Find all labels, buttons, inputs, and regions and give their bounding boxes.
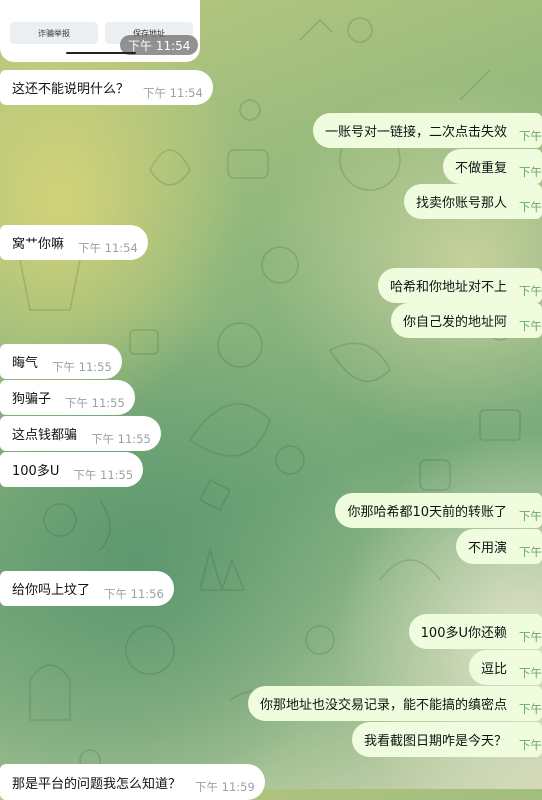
message-text: 逗比: [480, 662, 507, 677]
message-time: 下午: [519, 164, 542, 179]
message-outgoing[interactable]: 一账号对一链接，二次点击失效 下午: [312, 113, 542, 148]
message-incoming[interactable]: 100多U 下午 11:55: [0, 452, 144, 487]
message-time: 下午: [519, 737, 542, 752]
message-text: 我看截图日期咋是今天？: [363, 734, 507, 749]
message-text: 窝艹你嘛: [12, 237, 65, 252]
message-time: 下午: [519, 199, 542, 214]
message-incoming[interactable]: 这还不能说明什么？ 下午 11:54: [0, 70, 213, 105]
message-time: 下午: [519, 544, 542, 559]
message-text: 100多U: [12, 464, 60, 479]
report-card: 诈骗举报 保存地址 下午 11:54: [0, 0, 200, 62]
message-time: 下午 11:55: [73, 467, 134, 482]
message-text: 不用演: [467, 541, 507, 556]
message-incoming[interactable]: 这点钱都骗 下午 11:55: [0, 416, 161, 451]
message-time: 下午 11:56: [104, 586, 164, 601]
message-time: 下午: [519, 283, 542, 298]
message-incoming[interactable]: 晦气 下午 11:55: [0, 344, 122, 379]
message-time: 下午: [519, 318, 542, 333]
message-time: 下午 11:55: [52, 359, 112, 374]
message-outgoing[interactable]: 100多U你还赖 下午: [408, 614, 542, 649]
message-text: 狗骗子: [12, 392, 52, 407]
message-text: 一账号对一链接，二次点击失效: [324, 125, 507, 140]
message-time: 下午 11:55: [65, 395, 125, 410]
message-time: 下午: [519, 128, 542, 143]
message-text: 100多U你还赖: [420, 626, 507, 641]
message-text: 找卖你账号那人: [415, 196, 507, 211]
message-text: 不做重复: [454, 161, 507, 176]
message-text: 哈希和你地址对不上: [389, 280, 507, 295]
underline-divider: [66, 52, 136, 54]
message-text: 你那哈希都10天前的转账了: [347, 505, 507, 520]
message-time: 下午: [519, 701, 542, 716]
message-time: 下午 11:54: [143, 85, 203, 100]
message-outgoing[interactable]: 我看截图日期咋是今天？ 下午: [351, 722, 542, 757]
message-outgoing[interactable]: 找卖你账号那人 下午: [403, 184, 542, 219]
message-time: 下午: [519, 508, 542, 523]
message-time: 下午: [519, 665, 542, 680]
message-outgoing[interactable]: 不做重复 下午: [442, 149, 542, 184]
message-incoming[interactable]: 那是平台的问题我怎么知道？ 下午 11:59: [0, 764, 265, 800]
chat-area[interactable]: 诈骗举报 保存地址 下午 11:54 这还不能说明什么？ 下午 11:54 一账…: [0, 0, 542, 800]
message-time: 下午 11:59: [195, 780, 255, 794]
message-outgoing[interactable]: 哈希和你地址对不上 下午: [377, 268, 542, 303]
message-incoming[interactable]: 窝艹你嘛 下午 11:54: [0, 225, 148, 260]
message-outgoing[interactable]: 你那地址也没交易记录，能不能搞的缜密点 下午: [247, 686, 542, 721]
message-time: 下午 11:54: [78, 240, 138, 255]
message-outgoing[interactable]: 你自己发的地址阿 下午: [390, 303, 542, 338]
message-incoming[interactable]: 狗骗子 下午 11:55: [0, 380, 135, 415]
message-text: 你自己发的地址阿: [402, 315, 507, 330]
message-incoming[interactable]: 给你吗上坟了 下午 11:56: [0, 571, 174, 606]
message-text: 给你吗上坟了: [12, 583, 91, 598]
message-outgoing[interactable]: 不用演 下午: [455, 529, 542, 564]
message-outgoing[interactable]: 逗比 下午: [468, 650, 542, 685]
message-time: 下午 11:55: [91, 431, 151, 446]
message-text: 这还不能说明什么？: [12, 82, 130, 97]
message-time: 下午: [519, 629, 542, 644]
message-outgoing[interactable]: 你那哈希都10天前的转账了 下午: [335, 493, 542, 528]
fraud-report-button[interactable]: 诈骗举报: [10, 22, 98, 44]
message-text: 你那地址也没交易记录，能不能搞的缜密点: [259, 698, 507, 713]
message-text: 晦气: [12, 356, 39, 371]
message-text: 这点钱都骗: [12, 428, 78, 443]
